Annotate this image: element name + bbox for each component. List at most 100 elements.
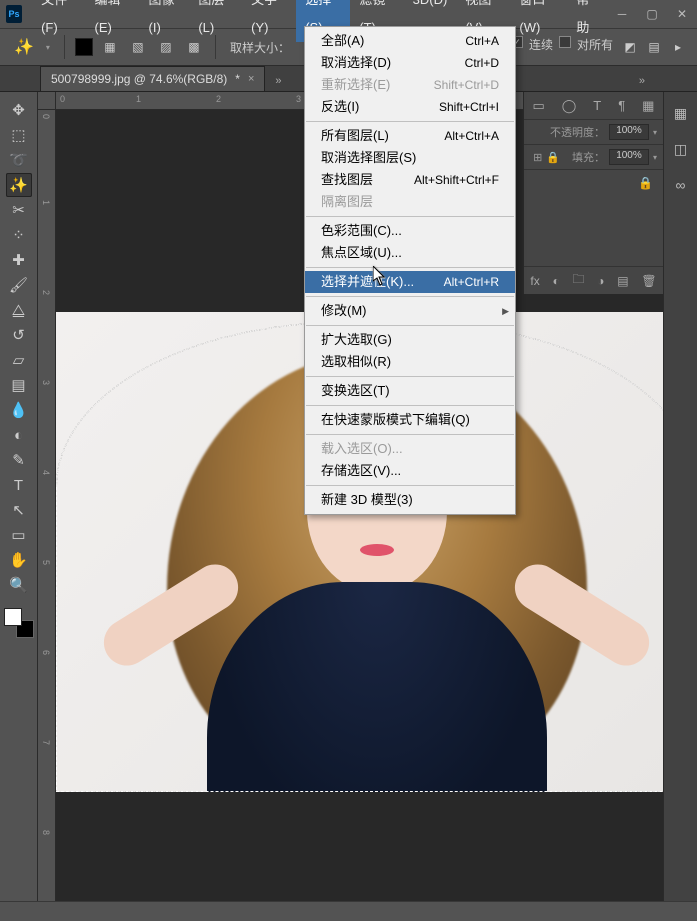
tool-brush[interactable]: 🖌 bbox=[6, 273, 32, 297]
menu-type[interactable]: 文字(Y) bbox=[242, 0, 296, 42]
tool-type[interactable]: T bbox=[6, 473, 32, 497]
tool-preset-dropdown[interactable]: ▾ bbox=[46, 43, 54, 52]
status-bar bbox=[0, 901, 697, 921]
tool-eyedropper[interactable]: ⁘ bbox=[6, 223, 32, 247]
ruler-tick: 2 bbox=[41, 290, 51, 295]
document-tab[interactable]: 500798999.jpg @ 74.6%(RGB/8) * × bbox=[40, 66, 265, 91]
ruler-tick: 2 bbox=[216, 94, 221, 104]
menu-item: 载入选区(O)... bbox=[305, 438, 515, 460]
right-collapsed-strip: ▦ ◫ ∞ bbox=[663, 92, 697, 901]
grid-icon[interactable]: ▦ bbox=[642, 98, 654, 114]
menu-item[interactable]: 变换选区(T) bbox=[305, 380, 515, 402]
share-panel-icon[interactable]: ∞ bbox=[670, 174, 692, 196]
menu-separator bbox=[306, 376, 514, 377]
menu-item[interactable]: 扩大选取(G) bbox=[305, 329, 515, 351]
menu-item[interactable]: 修改(M) bbox=[305, 300, 515, 322]
menu-item[interactable]: 焦点区域(U)... bbox=[305, 242, 515, 264]
tool-magic-wand[interactable]: ✨ bbox=[6, 173, 32, 197]
menu-item-label: 载入选区(O)... bbox=[321, 441, 403, 457]
lock-position-icon[interactable]: ⊞ bbox=[533, 151, 542, 164]
panel-collapse-icon[interactable]: ▸ bbox=[667, 36, 689, 58]
menu-item[interactable]: 存储选区(V)... bbox=[305, 460, 515, 482]
menu-separator bbox=[306, 296, 514, 297]
trash-icon[interactable]: 🗑 bbox=[641, 274, 656, 288]
tool-crop[interactable]: ✂ bbox=[6, 198, 32, 222]
tool-healing[interactable]: ✚ bbox=[6, 248, 32, 272]
fx-icon[interactable]: fx bbox=[530, 274, 539, 288]
color-swatches[interactable] bbox=[4, 608, 34, 638]
type-icon[interactable]: T bbox=[593, 98, 601, 113]
tool-shape[interactable]: ▭ bbox=[6, 523, 32, 547]
selection-new-icon[interactable]: ▦ bbox=[99, 36, 121, 58]
tool-lasso[interactable]: ➰ bbox=[6, 148, 32, 172]
menu-item[interactable]: 选择并遮住(K)...Alt+Ctrl+R bbox=[305, 271, 515, 293]
new-layer-icon[interactable]: ▤ bbox=[617, 274, 628, 288]
menu-item-shortcut: Ctrl+D bbox=[465, 55, 499, 71]
panel-overflow-icon[interactable]: » bbox=[635, 71, 649, 91]
layer-mask-icon[interactable]: ◐ bbox=[552, 274, 559, 288]
tool-path[interactable]: ↖ bbox=[6, 498, 32, 522]
tool-clone[interactable]: ⧋ bbox=[6, 298, 32, 322]
tool-blur[interactable]: 💧 bbox=[6, 398, 32, 422]
menu-item-label: 取消选择图层(S) bbox=[321, 150, 416, 166]
menu-item-label: 重新选择(E) bbox=[321, 77, 390, 93]
circle-icon[interactable]: ◯ bbox=[562, 98, 577, 114]
menu-item-shortcut: Shift+Ctrl+D bbox=[434, 77, 499, 93]
tool-zoom[interactable]: 🔍 bbox=[6, 573, 32, 597]
lock-all-icon[interactable]: 🔒 bbox=[546, 151, 560, 164]
layer-lock-icon[interactable]: 🔒 bbox=[638, 176, 653, 190]
selection-add-icon[interactable]: ▧ bbox=[127, 36, 149, 58]
tool-dodge[interactable]: ◐ bbox=[6, 423, 32, 447]
menu-item-shortcut: Alt+Shift+Ctrl+F bbox=[414, 172, 499, 188]
ruler-tick: 5 bbox=[41, 560, 51, 565]
doc-overflow-icon[interactable]: » bbox=[271, 71, 285, 91]
opacity-dropdown-icon[interactable]: ▾ bbox=[653, 128, 657, 137]
window-maximize-button[interactable]: ▢ bbox=[637, 0, 667, 28]
menu-item[interactable]: 新建 3D 模型(3) bbox=[305, 489, 515, 511]
selection-intersect-icon[interactable]: ▩ bbox=[183, 36, 205, 58]
tool-gradient[interactable]: ▤ bbox=[6, 373, 32, 397]
ruler-tick: 6 bbox=[41, 650, 51, 655]
menu-item[interactable]: 在快速蒙版模式下编辑(Q) bbox=[305, 409, 515, 431]
image-lips bbox=[360, 544, 394, 556]
tool-history-brush[interactable]: ↺ bbox=[6, 323, 32, 347]
new-folder-icon[interactable]: 🗀 bbox=[572, 270, 584, 291]
settings-icon[interactable]: ▤ bbox=[643, 36, 665, 58]
tool-hand[interactable]: ✋ bbox=[6, 548, 32, 572]
ruler-tick: 3 bbox=[296, 94, 301, 104]
fill-input[interactable]: 100% bbox=[609, 149, 649, 165]
tool-marquee[interactable]: ⬚ bbox=[6, 123, 32, 147]
document-tab-close[interactable]: × bbox=[248, 73, 254, 85]
sample-size-label: 取样大小： bbox=[226, 39, 294, 56]
menu-file[interactable]: 文件(F) bbox=[32, 0, 85, 42]
menu-item[interactable]: 取消选择(D)Ctrl+D bbox=[305, 52, 515, 74]
tool-pen[interactable]: ✎ bbox=[6, 448, 32, 472]
menu-item[interactable]: 全部(A)Ctrl+A bbox=[305, 30, 515, 52]
tool-eraser[interactable]: ▱ bbox=[6, 348, 32, 372]
adjustment-icon[interactable]: ◑ bbox=[597, 274, 604, 288]
mask-icon[interactable]: ◩ bbox=[619, 36, 641, 58]
sample-all-label: 对所有 bbox=[573, 36, 617, 58]
menu-item[interactable]: 取消选择图层(S) bbox=[305, 147, 515, 169]
para-icon[interactable]: ¶ bbox=[618, 98, 625, 113]
menu-item[interactable]: 色彩范围(C)... bbox=[305, 220, 515, 242]
menu-item[interactable]: 反选(I)Shift+Ctrl+I bbox=[305, 96, 515, 118]
menu-item-label: 所有图层(L) bbox=[321, 128, 389, 144]
window-minimize-button[interactable]: ─ bbox=[607, 0, 637, 28]
selection-subtract-icon[interactable]: ▨ bbox=[155, 36, 177, 58]
menu-item[interactable]: 选取相似(R) bbox=[305, 351, 515, 373]
window-close-button[interactable]: ✕ bbox=[667, 0, 697, 28]
swatches-panel-icon[interactable]: ◫ bbox=[670, 138, 692, 160]
menu-item[interactable]: 所有图层(L)Alt+Ctrl+A bbox=[305, 125, 515, 147]
tool-move[interactable]: ✥ bbox=[6, 98, 32, 122]
fill-dropdown-icon[interactable]: ▾ bbox=[653, 153, 657, 162]
rect-icon[interactable]: ▭ bbox=[532, 98, 544, 114]
grid-panel-icon[interactable]: ▦ bbox=[670, 102, 692, 124]
foreground-swatch[interactable] bbox=[4, 608, 22, 626]
sample-foreground-swatch[interactable] bbox=[75, 38, 93, 56]
menu-item[interactable]: 查找图层Alt+Shift+Ctrl+F bbox=[305, 169, 515, 191]
opacity-input[interactable]: 100% bbox=[609, 124, 649, 140]
ruler-tick: 4 bbox=[41, 470, 51, 475]
sample-all-checkbox[interactable]: ✓ bbox=[559, 36, 571, 48]
menu-item-shortcut: Shift+Ctrl+I bbox=[439, 99, 499, 115]
